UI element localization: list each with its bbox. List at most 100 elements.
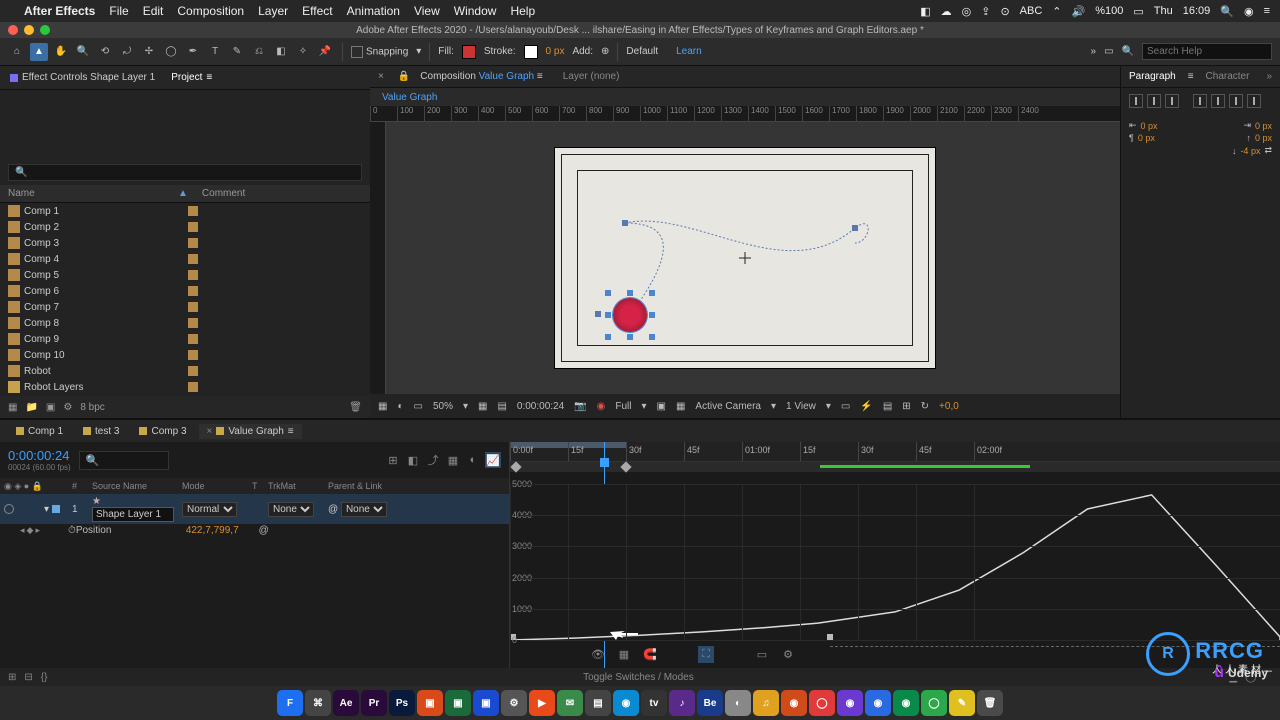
snap-icon[interactable]: 🧲 xyxy=(642,648,658,661)
draft-3d-icon[interactable]: ◧ xyxy=(405,452,421,468)
dock-app-icon[interactable]: ◯ xyxy=(921,690,947,716)
camera-dropdown[interactable]: Active Camera xyxy=(695,401,761,412)
rotate-tool-icon[interactable]: ⤾ xyxy=(118,43,136,61)
bpc-indicator[interactable]: 8 bpc xyxy=(80,402,104,413)
anchor-tool-icon[interactable]: ✢ xyxy=(140,43,158,61)
dock-app-icon[interactable]: ◉ xyxy=(781,690,807,716)
brush-tool-icon[interactable]: ✎ xyxy=(228,43,246,61)
space-before-icon[interactable]: ↑ xyxy=(1246,133,1251,143)
dock-app-icon[interactable]: ▤ xyxy=(585,690,611,716)
keyframe-marker[interactable] xyxy=(510,461,521,472)
align-center-icon[interactable] xyxy=(1147,94,1161,108)
align-left-icon[interactable] xyxy=(1129,94,1143,108)
views-dropdown-icon[interactable]: ▾ xyxy=(826,401,831,412)
reset-exposure-icon[interactable]: ↻ xyxy=(921,401,929,412)
current-time[interactable]: 0:00:00:24 xyxy=(517,401,564,412)
transparency-grid-icon[interactable]: ▦ xyxy=(676,401,685,412)
toggle-switches-label[interactable]: Toggle Switches / Modes xyxy=(583,672,694,683)
dock-app-icon[interactable]: ▣ xyxy=(445,690,471,716)
layer-tab[interactable]: Layer (none) xyxy=(563,71,620,82)
project-settings-icon[interactable]: ⚙ xyxy=(63,402,72,413)
type-tool-icon[interactable]: T xyxy=(206,43,224,61)
graph-editor-icon[interactable]: 📈 xyxy=(485,452,501,468)
spotlight-icon[interactable]: 🔍 xyxy=(1220,5,1234,18)
stroke-width[interactable]: 0 px xyxy=(546,46,565,57)
tab-project[interactable]: Project ≡ xyxy=(171,72,212,83)
direction-icon[interactable]: ⇄ xyxy=(1264,145,1272,156)
property-name[interactable]: Position xyxy=(76,525,186,536)
project-item[interactable]: Comp 4 xyxy=(0,251,370,267)
workspace-switcher-icon[interactable]: ▭ xyxy=(1104,46,1113,57)
selection-handle[interactable] xyxy=(605,290,611,296)
selection-handle[interactable] xyxy=(605,334,611,340)
zoom-tool-icon[interactable]: 🔍 xyxy=(74,43,92,61)
project-item[interactable]: Comp 3 xyxy=(0,235,370,251)
hide-shy-icon[interactable]: ⤴ xyxy=(425,452,441,468)
fit-graph-icon[interactable]: ⛶ xyxy=(698,646,714,663)
workspace-learn[interactable]: Learn xyxy=(676,46,702,57)
workspace-mode[interactable]: Default xyxy=(626,46,658,57)
expression-pickwhip-icon[interactable]: @ xyxy=(259,525,269,536)
close-window-button[interactable] xyxy=(8,25,18,35)
project-item[interactable]: Comp 9 xyxy=(0,331,370,347)
macos-dock[interactable]: F ⌘ Ae Pr Ps ▣ ▣ ▣ ⚙ ▶ ✉ ▤ ◉ tv ♪ Be ◐ ♫… xyxy=(0,686,1280,720)
dock-app-icon[interactable]: ♫ xyxy=(753,690,779,716)
project-item[interactable]: Robot Layers xyxy=(0,379,370,395)
selection-handle[interactable] xyxy=(649,290,655,296)
project-item[interactable]: Comp 5 xyxy=(0,267,370,283)
tab-character[interactable]: Character xyxy=(1206,71,1250,82)
dock-app-icon[interactable]: ◐ xyxy=(725,690,751,716)
pixel-aspect-icon[interactable]: ▭ xyxy=(841,401,850,412)
col-comment[interactable]: Comment xyxy=(202,188,362,199)
dock-app-icon[interactable]: 🗑 xyxy=(977,690,1003,716)
property-row[interactable]: ◂◆▸ ⏱ Position 422,7,799,7 @ xyxy=(0,524,509,537)
keyframe-marker[interactable] xyxy=(620,461,631,472)
comp-flowchart-icon[interactable]: ⊞ xyxy=(902,401,910,412)
project-item[interactable]: Robot xyxy=(0,363,370,379)
composition-canvas[interactable] xyxy=(555,148,935,368)
selection-handle[interactable] xyxy=(649,312,655,318)
col-source-name[interactable]: Source Name xyxy=(92,481,182,491)
dock-app-icon[interactable]: ▣ xyxy=(417,690,443,716)
time-ruler[interactable]: 0:00f15f30f45f01:00f15f30f45f02:00f xyxy=(510,442,1280,462)
breadcrumb[interactable]: Value Graph xyxy=(382,92,437,103)
dock-app-icon[interactable]: ▣ xyxy=(473,690,499,716)
snapshot-icon[interactable]: 📷 xyxy=(574,401,586,412)
graph-options-icon[interactable]: ▦ xyxy=(616,648,632,661)
resolution-dropdown[interactable]: Full xyxy=(615,401,631,412)
sort-icon[interactable]: ▲ xyxy=(178,188,188,199)
tab-effect-controls[interactable]: Effect Controls Shape Layer 1 xyxy=(10,72,155,83)
overflow-icon[interactable]: » xyxy=(1091,46,1097,57)
siri-icon[interactable]: ◉ xyxy=(1244,5,1254,18)
timeline-icon[interactable]: ▤ xyxy=(883,401,892,412)
stroke-swatch[interactable] xyxy=(524,45,538,59)
selection-handle[interactable] xyxy=(627,290,633,296)
selection-handle[interactable] xyxy=(649,334,655,340)
timeline-tab[interactable]: Comp 1 xyxy=(8,424,71,439)
cam-dropdown-icon[interactable]: ▾ xyxy=(771,401,776,412)
menu-edit[interactable]: Edit xyxy=(143,4,164,18)
status-lang[interactable]: ABC xyxy=(1020,5,1043,17)
dock-app-icon[interactable]: Ae xyxy=(333,690,359,716)
wifi-icon[interactable]: ⌃ xyxy=(1052,5,1061,18)
property-value[interactable]: 422,7,799,7 xyxy=(186,525,239,536)
dock-app-icon[interactable]: tv xyxy=(641,690,667,716)
panel-overflow-icon[interactable]: » xyxy=(1266,71,1272,82)
prev-keyframe-icon[interactable]: ◂ xyxy=(20,525,25,536)
twirl-icon[interactable]: ▾ xyxy=(44,504,49,515)
minimize-window-button[interactable] xyxy=(24,25,34,35)
new-folder-icon[interactable]: 📁 xyxy=(25,402,37,413)
dock-app-icon[interactable]: ◉ xyxy=(837,690,863,716)
lock-icon[interactable]: 🔒 xyxy=(398,71,410,82)
add-keyframe-icon[interactable]: ◆ xyxy=(27,525,34,536)
eraser-tool-icon[interactable]: ◧ xyxy=(272,43,290,61)
dock-app-icon[interactable]: ◉ xyxy=(865,690,891,716)
justify-last-right-icon[interactable] xyxy=(1229,94,1243,108)
tab-paragraph[interactable]: Paragraph xyxy=(1129,71,1176,82)
hand-tool-icon[interactable]: ✋ xyxy=(52,43,70,61)
justify-last-center-icon[interactable] xyxy=(1211,94,1225,108)
col-trkmat[interactable]: TrkMat xyxy=(268,481,328,491)
dock-app-icon[interactable]: ◯ xyxy=(809,690,835,716)
timeline-tab[interactable]: × Value Graph ≡ xyxy=(199,424,302,439)
project-item[interactable]: Comp 2 xyxy=(0,219,370,235)
